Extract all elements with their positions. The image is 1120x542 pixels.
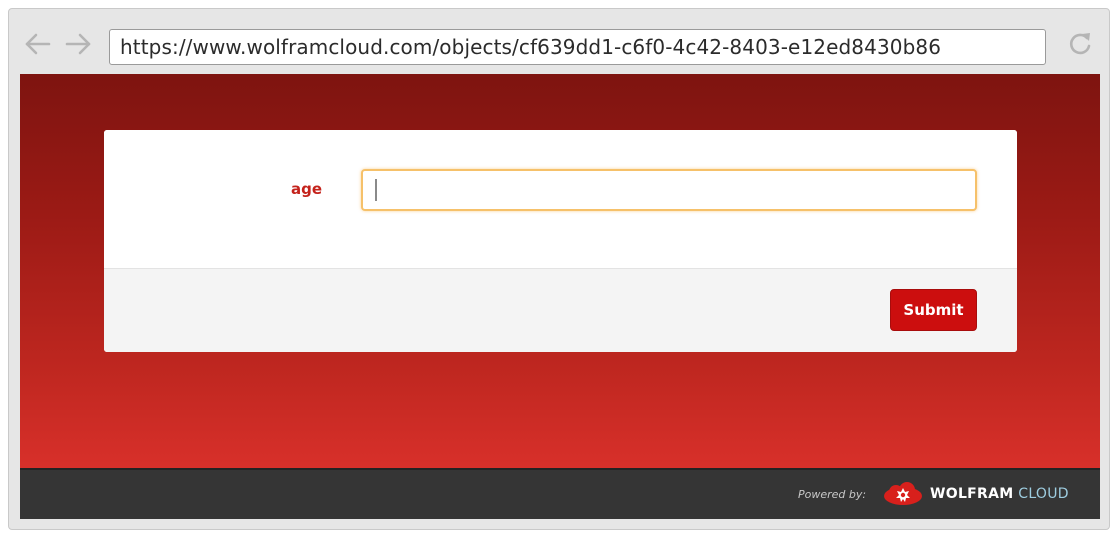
address-bar[interactable]: https://www.wolframcloud.com/objects/cf6… [109,29,1046,65]
brand-wolfram: WOLFRAM [930,486,1014,502]
age-input[interactable] [361,169,977,211]
back-button[interactable] [23,31,53,57]
powered-by-label: Powered by: [798,488,867,501]
reload-button[interactable] [1065,29,1095,59]
text-caret [375,179,377,201]
form-fields-area: age [104,130,1017,269]
arrow-left-icon [25,33,51,55]
arrow-right-icon [65,33,91,55]
powered-by-footer: Powered by: WOLFRAM CLOUD [20,468,1100,519]
browser-window: https://www.wolframcloud.com/objects/cf6… [8,8,1110,530]
brand-cloud: CLOUD [1018,486,1069,502]
form-card: age Submit [104,130,1017,352]
age-label: age [290,180,322,198]
reload-icon [1069,33,1091,55]
url-text: https://www.wolframcloud.com/objects/cf6… [120,35,942,59]
wolfram-spikey-cloud-icon[interactable] [883,482,923,506]
page-viewport: age Submit Powered by: WOLFRAM CLOUD [20,74,1100,519]
forward-button[interactable] [63,31,93,57]
wolfram-cloud-brand[interactable]: WOLFRAM CLOUD [930,486,1069,502]
browser-toolbar: https://www.wolframcloud.com/objects/cf6… [9,9,1109,75]
page-background: age Submit [20,74,1100,468]
submit-button[interactable]: Submit [890,289,977,331]
form-actions: Submit [104,269,1017,352]
